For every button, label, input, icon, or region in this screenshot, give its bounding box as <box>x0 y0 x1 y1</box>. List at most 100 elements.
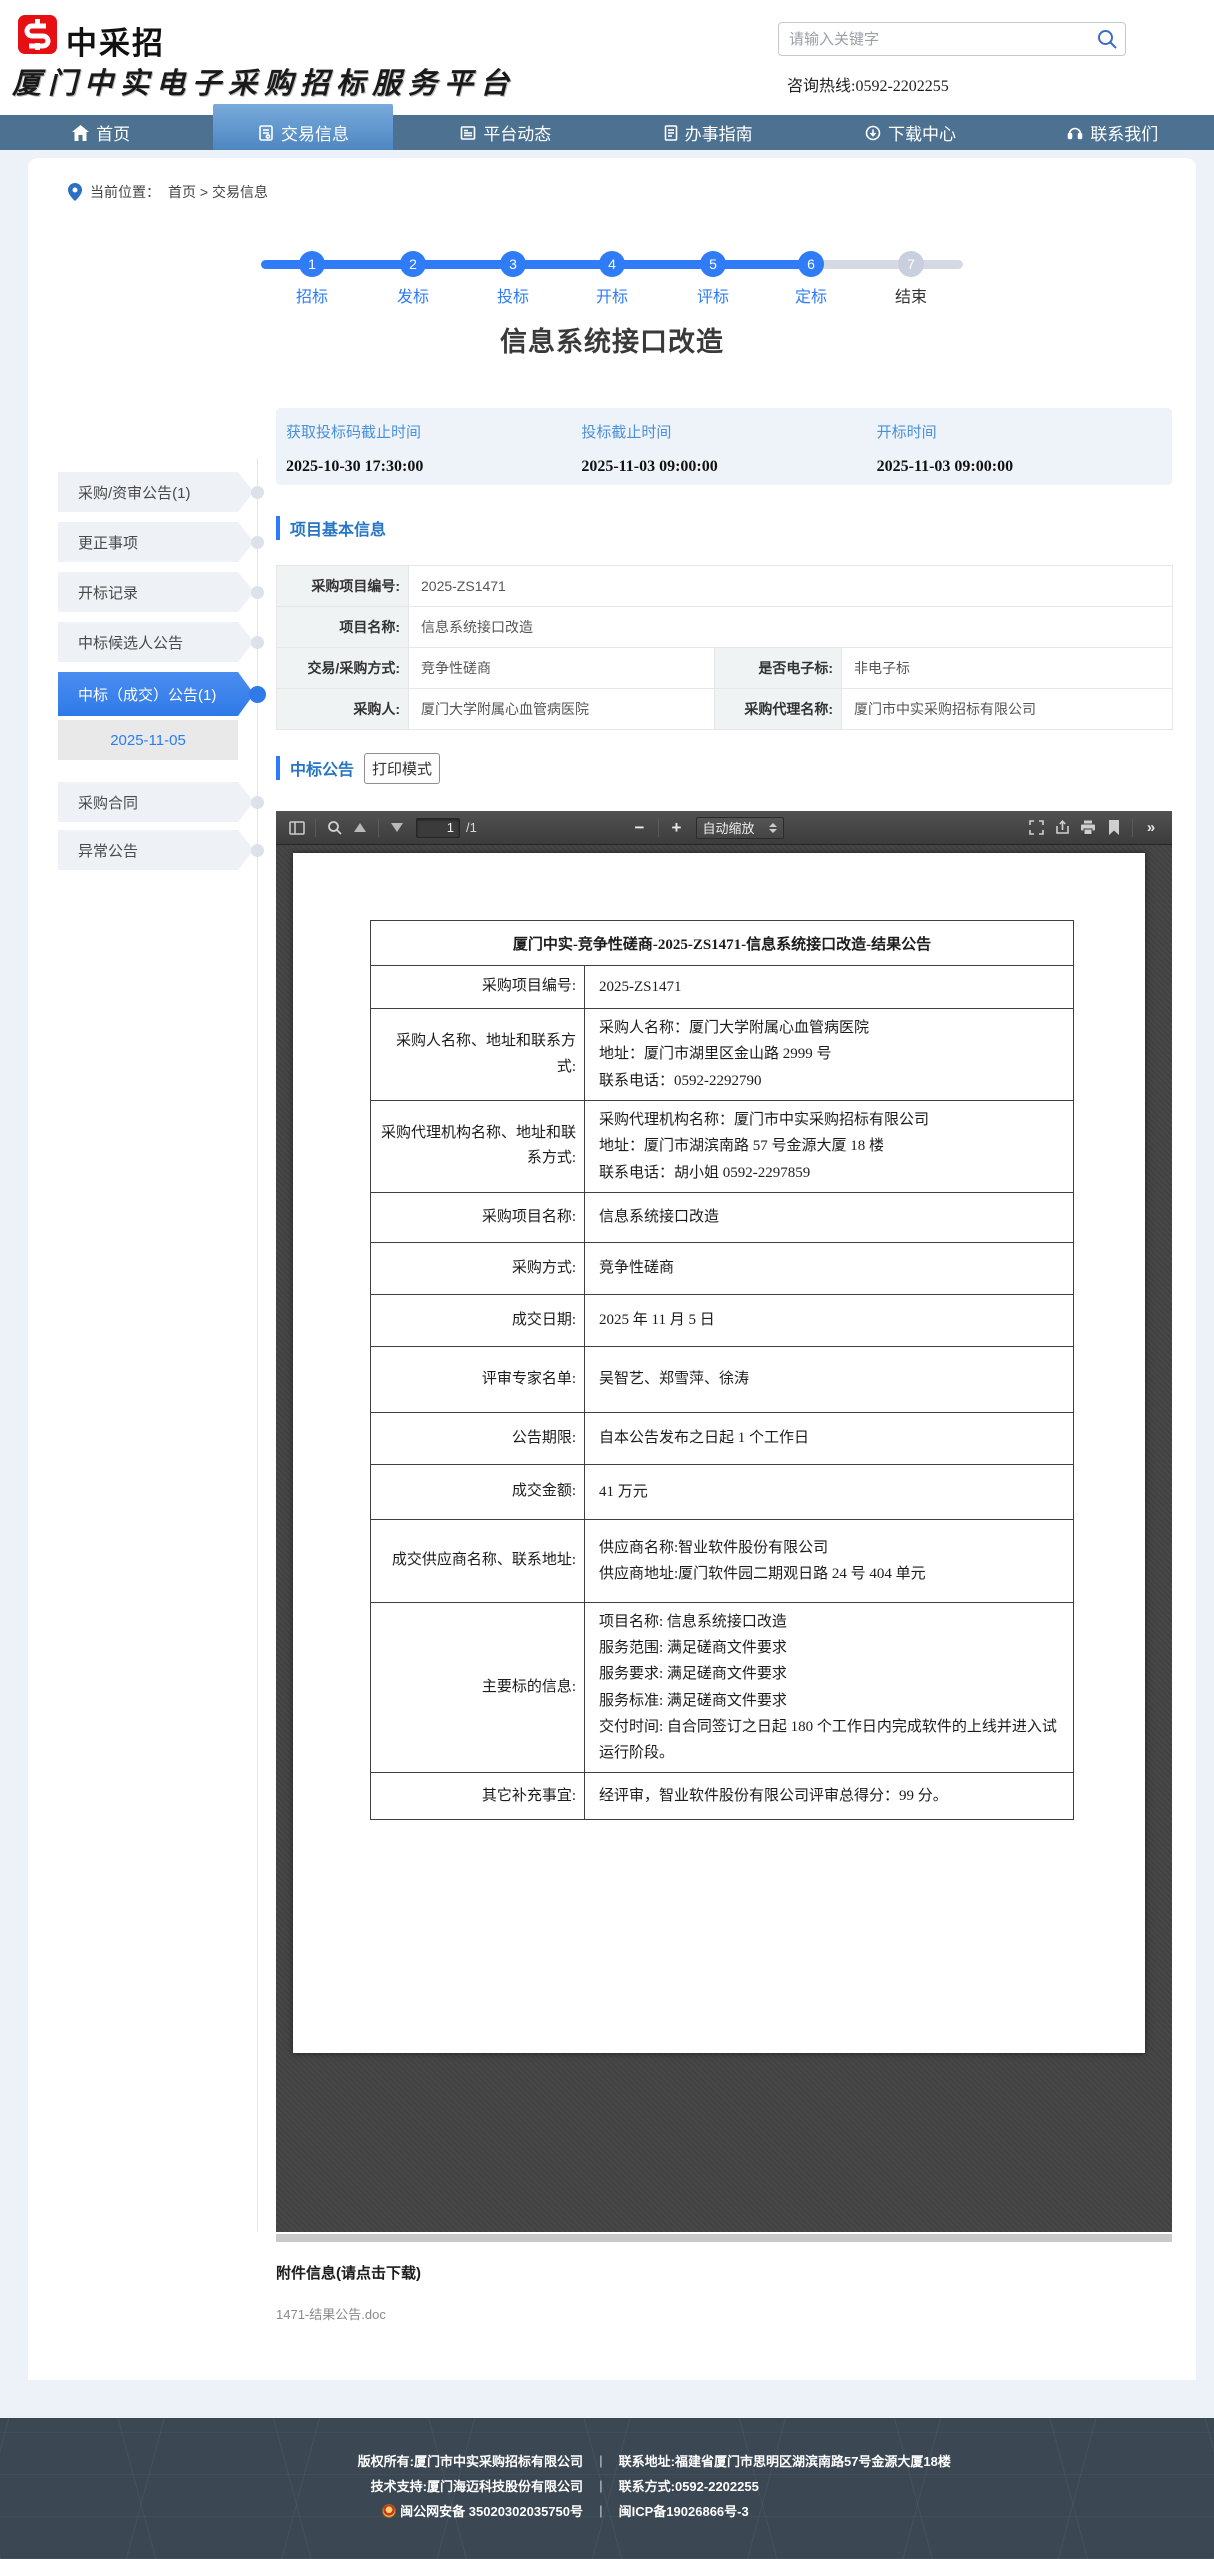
step-circle-7: 7 <box>898 251 924 277</box>
site-subtitle: 厦门中实电子采购招标服务平台 <box>12 68 517 100</box>
trade-info-icon <box>258 124 274 141</box>
sidebar-item-open-records[interactable]: 开标记录 <box>58 572 254 612</box>
footer-row: 技术支持:厦门海迈科技股份有限公司 | 联系方式:0592-2202255 <box>370 2478 759 2494</box>
step-circle-6: 6 <box>798 251 824 277</box>
search-icon[interactable] <box>1089 23 1125 55</box>
page-total: /1 <box>466 820 477 835</box>
section-award-announcement: 中标公告 打印模式 <box>276 752 441 784</box>
step-circle-2: 2 <box>400 251 426 277</box>
main-nav: 首页 交易信息 平台动态 办事指南 下载中心 联系我们 <box>0 104 1214 150</box>
pdf-search-icon[interactable] <box>321 816 347 840</box>
zoom-in-icon[interactable]: + <box>664 816 690 840</box>
doc-row: 评审专家名单: 吴智艺、郑雪萍、徐涛 <box>370 1345 1075 1413</box>
page-down-icon[interactable] <box>384 816 410 840</box>
print-icon[interactable] <box>1075 816 1101 840</box>
nav-item-trade-info[interactable]: 交易信息 <box>202 104 404 150</box>
time-cell-bidcode-deadline: 获取投标码截止时间 2025-10-30 17:30:00 <box>286 424 424 475</box>
timeline-dot <box>251 636 264 649</box>
breadcrumb-label: 当前位置： <box>90 184 160 200</box>
doc-row: 成交金额: 41 万元 <box>370 1463 1075 1520</box>
timeline-dot <box>251 586 264 599</box>
nav-item-guide[interactable]: 办事指南 <box>607 115 809 150</box>
section-basic-info: 项目基本信息 <box>276 515 386 541</box>
search-box <box>778 22 1126 56</box>
public-security-record-link[interactable]: 闽公网安备 35020302035750号 <box>400 2504 583 2519</box>
zoom-out-icon[interactable]: − <box>627 816 653 840</box>
sidebar-item-abnormal-notice[interactable]: 异常公告 <box>58 830 254 870</box>
zoom-mode-select[interactable]: 自动缩放 <box>695 816 784 839</box>
timeline-dot <box>251 486 264 499</box>
sidebar-toggle-icon[interactable] <box>284 816 310 840</box>
step-label-7: 结束 <box>894 289 927 306</box>
presentation-mode-icon[interactable] <box>1023 816 1049 840</box>
guide-icon <box>664 124 678 141</box>
nav-item-platform-news[interactable]: 平台动态 <box>405 115 607 150</box>
step-circle-1: 1 <box>299 251 325 277</box>
print-mode-button[interactable]: 打印模式 <box>364 752 441 784</box>
search-input[interactable] <box>779 30 1089 48</box>
timeline-dot <box>251 796 264 809</box>
step-label-5: 评标 <box>696 289 729 306</box>
doc-row: 采购项目编号: 2025-ZS1471 <box>370 965 1075 1009</box>
step-label-3: 投标 <box>496 289 529 306</box>
nav-item-home[interactable]: 首页 <box>0 115 202 150</box>
sidebar-subitem-date[interactable]: 2025-11-05 <box>58 720 238 760</box>
doc-row: 成交日期: 2025 年 11 月 5 日 <box>370 1293 1075 1347</box>
download-icon <box>865 125 881 141</box>
breadcrumb: 当前位置： 首页 > 交易信息 <box>68 182 268 202</box>
step-circle-3: 3 <box>500 251 526 277</box>
site-logo-text[interactable]: 中采招 <box>66 18 165 63</box>
pdf-page: 厦门中实-竞争性磋商-2025-ZS1471-信息系统接口改造-结果公告 采购项… <box>293 853 1145 2053</box>
time-cell-bid-deadline: 投标截止时间 2025-11-03 09:00:00 <box>581 424 718 475</box>
footer: 版权所有:厦门市中实采购招标有限公司 | 联系地址:福建省厦门市思明区湖滨南路5… <box>0 2418 1214 2559</box>
icp-record-link[interactable]: 闽ICP备19026866号-3 <box>619 2504 749 2519</box>
site-logo-icon[interactable] <box>18 15 57 54</box>
page-title: 信息系统接口改造 <box>500 327 724 357</box>
pdf-viewer: /1 − + 自动缩放 » <box>276 811 1172 2232</box>
open-file-icon[interactable] <box>1049 816 1075 840</box>
page-number-input[interactable] <box>416 817 460 838</box>
pdf-toolbar: /1 − + 自动缩放 » <box>276 811 1172 845</box>
doc-row: 公告期限: 自本公告发布之日起 1 个工作日 <box>370 1411 1075 1465</box>
toolbar-more-icon[interactable]: » <box>1138 816 1164 840</box>
breadcrumb-path[interactable]: 首页 > 交易信息 <box>168 182 268 202</box>
basic-info-table: 采购项目编号: 2025-ZS1471 项目名称: 信息系统接口改造 交易/采购… <box>276 565 1174 730</box>
doc-title: 厦门中实-竞争性磋商-2025-ZS1471-信息系统接口改造-结果公告 <box>369 920 1075 966</box>
headset-icon <box>1067 125 1083 141</box>
sidebar-item-award-notice[interactable]: 中标（成交）公告(1) <box>58 672 254 716</box>
bookmark-icon[interactable] <box>1101 816 1127 840</box>
sidebar-item-procure-notice[interactable]: 采购/资审公告(1) <box>58 472 254 512</box>
doc-row: 成交供应商名称、联系地址: 供应商名称:智业软件股份有限公司 供应商地址:厦门软件… <box>370 1518 1075 1603</box>
doc-row: 采购人名称、地址和联系方式: 采购人名称：厦门大学附属心血管病医院 地址：厦门市湖… <box>370 1008 1075 1101</box>
header: 中采招 厦门中实电子采购招标服务平台 咨询热线:0592-2202255 <box>0 0 1214 115</box>
nav-item-contact[interactable]: 联系我们 <box>1012 115 1214 150</box>
table-row: 采购项目编号: 2025-ZS1471 <box>276 565 1174 607</box>
doc-row: 其它补充事宜: 经评审，智业软件股份有限公司评审总得分：99 分。 <box>370 1772 1075 1821</box>
attachment-file-link[interactable]: 1471-结果公告.doc <box>276 2304 386 2323</box>
hotline: 咨询热线:0592-2202255 <box>787 78 949 95</box>
footer-row: 版权所有:厦门市中实采购招标有限公司 | 联系地址:福建省厦门市思明区湖滨南路5… <box>357 2453 951 2469</box>
step-label-4: 开标 <box>595 289 628 306</box>
table-row: 采购人: 厦门大学附属心血管病医院 采购代理名称: 厦门市中实采购招标有限公司 <box>276 688 1174 730</box>
step-label-6: 定标 <box>794 289 827 306</box>
step-label-1: 招标 <box>295 289 328 306</box>
footer-row: 闽公网安备 35020302035750号 | 闽ICP备19026866号-3 <box>157 2498 1057 2523</box>
viewer-scroll-track[interactable] <box>276 2234 1172 2242</box>
time-cell-open-time: 开标时间 2025-11-03 09:00:00 <box>876 424 1014 475</box>
location-pin-icon <box>68 183 82 201</box>
sidebar-item-corrections[interactable]: 更正事项 <box>58 522 254 562</box>
nav-item-download[interactable]: 下载中心 <box>809 115 1011 150</box>
steps-remaining-line <box>811 260 963 269</box>
key-times-panel: 获取投标码截止时间 2025-10-30 17:30:00 投标截止时间 202… <box>276 408 1172 485</box>
step-label-2: 发标 <box>396 289 429 306</box>
sidebar-item-candidate-notice[interactable]: 中标候选人公告 <box>58 622 254 662</box>
doc-row: 采购项目名称: 信息系统接口改造 <box>370 1191 1075 1243</box>
sidebar-item-contract[interactable]: 采购合同 <box>58 782 254 822</box>
step-circle-5: 5 <box>700 251 726 277</box>
table-row: 项目名称: 信息系统接口改造 <box>276 606 1174 648</box>
section-award-title: 中标公告 <box>290 762 355 779</box>
table-row: 交易/采购方式: 竞争性磋商 是否电子标: 非电子标 <box>276 647 1174 689</box>
news-icon <box>460 125 476 141</box>
page-up-icon[interactable] <box>347 816 373 840</box>
content-card: 当前位置： 首页 > 交易信息 1 2 3 4 5 6 7 招标 发标 投标 开标… <box>28 158 1196 2380</box>
